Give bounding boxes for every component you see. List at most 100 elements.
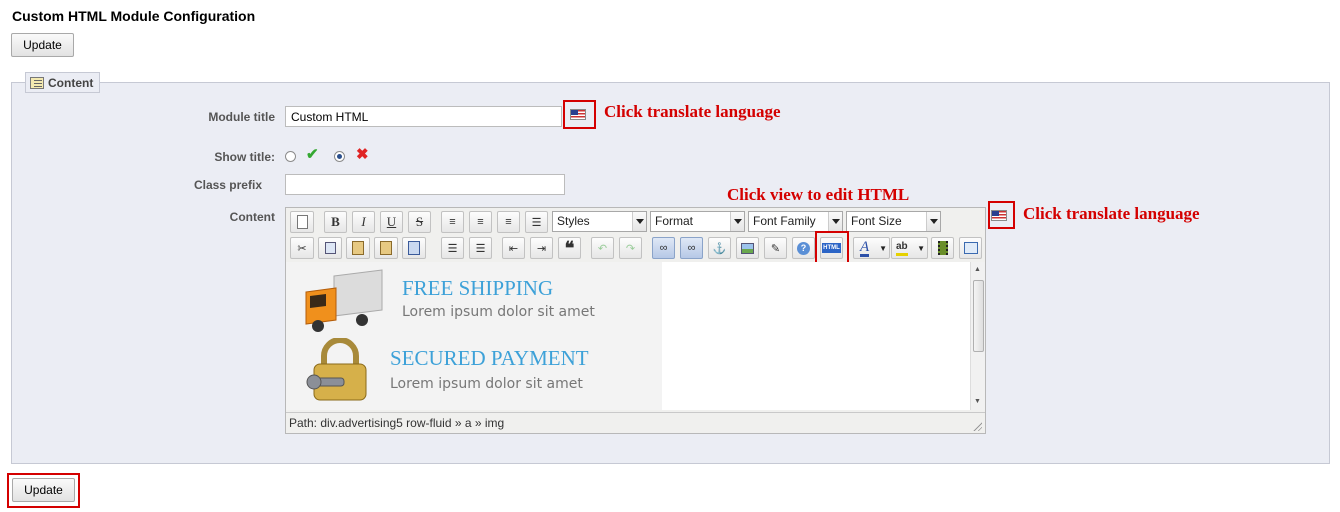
scroll-down-icon[interactable]: ▼ bbox=[974, 398, 981, 405]
italic-button[interactable]: I bbox=[352, 211, 375, 233]
show-title-label: Show title: bbox=[214, 150, 275, 164]
align-left-icon: ≡ bbox=[449, 216, 456, 228]
html-highlight-box bbox=[815, 231, 849, 264]
show-title-yes-radio[interactable] bbox=[285, 151, 296, 162]
chevron-down-icon bbox=[828, 212, 842, 231]
outdent-button[interactable]: ⇤ bbox=[502, 237, 525, 259]
font-family-select[interactable]: Font Family bbox=[748, 211, 843, 232]
strikethrough-button[interactable]: S bbox=[408, 211, 431, 233]
justify-button[interactable]: ☰ bbox=[525, 211, 548, 233]
link-button[interactable]: ∞ bbox=[652, 237, 675, 259]
advertising-block: FREE SHIPPING Lorem ipsum dolor sit amet… bbox=[286, 262, 662, 410]
unlink-icon: ∞ bbox=[687, 242, 696, 254]
blockquote-button[interactable]: ❝ bbox=[558, 237, 581, 259]
redo-button[interactable]: ↷ bbox=[619, 237, 642, 259]
content-label: Content bbox=[229, 210, 275, 224]
clipboard-text-icon bbox=[380, 241, 392, 255]
format-select[interactable]: Format bbox=[650, 211, 745, 232]
promo2-title: SECURED PAYMENT bbox=[390, 346, 589, 370]
module-title-input[interactable] bbox=[285, 106, 562, 127]
text-color-icon: A bbox=[860, 238, 870, 257]
anchor-icon: ⚓ bbox=[712, 242, 727, 255]
legend-label: Content bbox=[48, 75, 94, 90]
chevron-down-icon: ▼ bbox=[879, 243, 887, 253]
media-button[interactable] bbox=[931, 237, 954, 259]
align-center-button[interactable]: ≡ bbox=[469, 211, 492, 233]
align-right-icon: ≡ bbox=[505, 216, 512, 228]
image-icon bbox=[741, 242, 754, 254]
module-title-label: Module title bbox=[208, 110, 275, 124]
highlight-color-button[interactable]: ab ▼ bbox=[891, 237, 928, 259]
film-icon bbox=[937, 241, 948, 255]
promo1-text: Lorem ipsum dolor sit amet bbox=[402, 304, 595, 320]
redo-icon: ↷ bbox=[625, 242, 636, 255]
bullet-list-button[interactable]: ☰ bbox=[441, 237, 464, 259]
template-icon bbox=[963, 242, 978, 254]
new-document-button[interactable] bbox=[290, 211, 314, 233]
copy-button[interactable] bbox=[318, 237, 342, 259]
scrollbar-thumb[interactable] bbox=[973, 280, 984, 352]
edit-note-icon bbox=[30, 76, 44, 89]
annotation-view-html: Click view to edit HTML bbox=[727, 185, 910, 204]
align-left-button[interactable]: ≡ bbox=[441, 211, 464, 233]
align-right-button[interactable]: ≡ bbox=[497, 211, 520, 233]
outdent-icon: ⇤ bbox=[508, 242, 519, 255]
cut-button[interactable]: ✂ bbox=[290, 237, 314, 259]
copy-icon bbox=[324, 242, 336, 254]
class-prefix-input[interactable] bbox=[285, 174, 565, 195]
help-icon: ? bbox=[797, 241, 810, 255]
fieldset-legend: Content bbox=[25, 72, 101, 93]
new-document-icon bbox=[296, 215, 308, 229]
image-button[interactable] bbox=[736, 237, 759, 259]
paste-word-button[interactable] bbox=[402, 237, 426, 259]
highlight-icon: ab bbox=[896, 241, 908, 256]
undo-icon: ↶ bbox=[597, 242, 608, 255]
numbered-list-icon: ☰ bbox=[475, 242, 486, 255]
no-cross-icon: ✖ bbox=[356, 146, 369, 163]
bold-button[interactable]: B bbox=[324, 211, 347, 233]
annotation-translate-title: Click translate language bbox=[604, 102, 781, 121]
underline-button[interactable]: U bbox=[380, 211, 403, 233]
update-button-top[interactable]: Update bbox=[11, 33, 74, 57]
bullet-list-icon: ☰ bbox=[447, 242, 458, 255]
justify-icon: ☰ bbox=[531, 216, 542, 229]
language-flag-icon-content[interactable] bbox=[991, 210, 1007, 221]
template-button[interactable] bbox=[959, 237, 982, 259]
anchor-button[interactable]: ⚓ bbox=[708, 237, 731, 259]
page-title: Custom HTML Module Configuration bbox=[12, 8, 256, 24]
indent-button[interactable]: ⇥ bbox=[530, 237, 553, 259]
font-size-select[interactable]: Font Size bbox=[846, 211, 941, 232]
editor-content-area[interactable]: FREE SHIPPING Lorem ipsum dolor sit amet… bbox=[286, 262, 970, 410]
align-center-icon: ≡ bbox=[477, 216, 484, 228]
scroll-up-icon[interactable]: ▲ bbox=[974, 266, 981, 273]
numbered-list-button[interactable]: ☰ bbox=[469, 237, 492, 259]
help-button[interactable]: ? bbox=[792, 237, 815, 259]
link-icon: ∞ bbox=[659, 242, 668, 254]
show-title-no-radio[interactable] bbox=[334, 151, 345, 162]
scissors-icon: ✂ bbox=[297, 242, 307, 255]
text-color-button[interactable]: A ▼ bbox=[853, 237, 890, 259]
paste-button[interactable] bbox=[346, 237, 370, 259]
unlink-button[interactable]: ∞ bbox=[680, 237, 703, 259]
undo-button[interactable]: ↶ bbox=[591, 237, 614, 259]
brush-icon: ✎ bbox=[770, 242, 781, 255]
editor-scrollbar[interactable]: ▲ ▼ bbox=[970, 262, 985, 410]
cleanup-button[interactable]: ✎ bbox=[764, 237, 787, 259]
language-flag-icon[interactable] bbox=[570, 109, 586, 120]
padlock-key-icon bbox=[306, 338, 367, 401]
update-highlight-box bbox=[7, 473, 80, 508]
class-prefix-label: Class prefix bbox=[193, 178, 262, 192]
clipboard-icon bbox=[352, 241, 364, 255]
promo1-title: FREE SHIPPING bbox=[402, 276, 554, 300]
blockquote-icon: ❝ bbox=[564, 237, 575, 258]
promo2-text: Lorem ipsum dolor sit amet bbox=[390, 376, 583, 392]
clipboard-word-icon bbox=[408, 241, 420, 255]
styles-select[interactable]: Styles bbox=[552, 211, 647, 232]
chevron-down-icon bbox=[730, 212, 744, 231]
paste-text-button[interactable] bbox=[374, 237, 398, 259]
yes-check-icon: ✔ bbox=[306, 146, 319, 163]
annotation-translate-content: Click translate language bbox=[1023, 204, 1200, 223]
format-select-value: Format bbox=[655, 214, 694, 228]
chevron-down-icon: ▼ bbox=[917, 243, 925, 253]
indent-icon: ⇥ bbox=[536, 242, 547, 255]
